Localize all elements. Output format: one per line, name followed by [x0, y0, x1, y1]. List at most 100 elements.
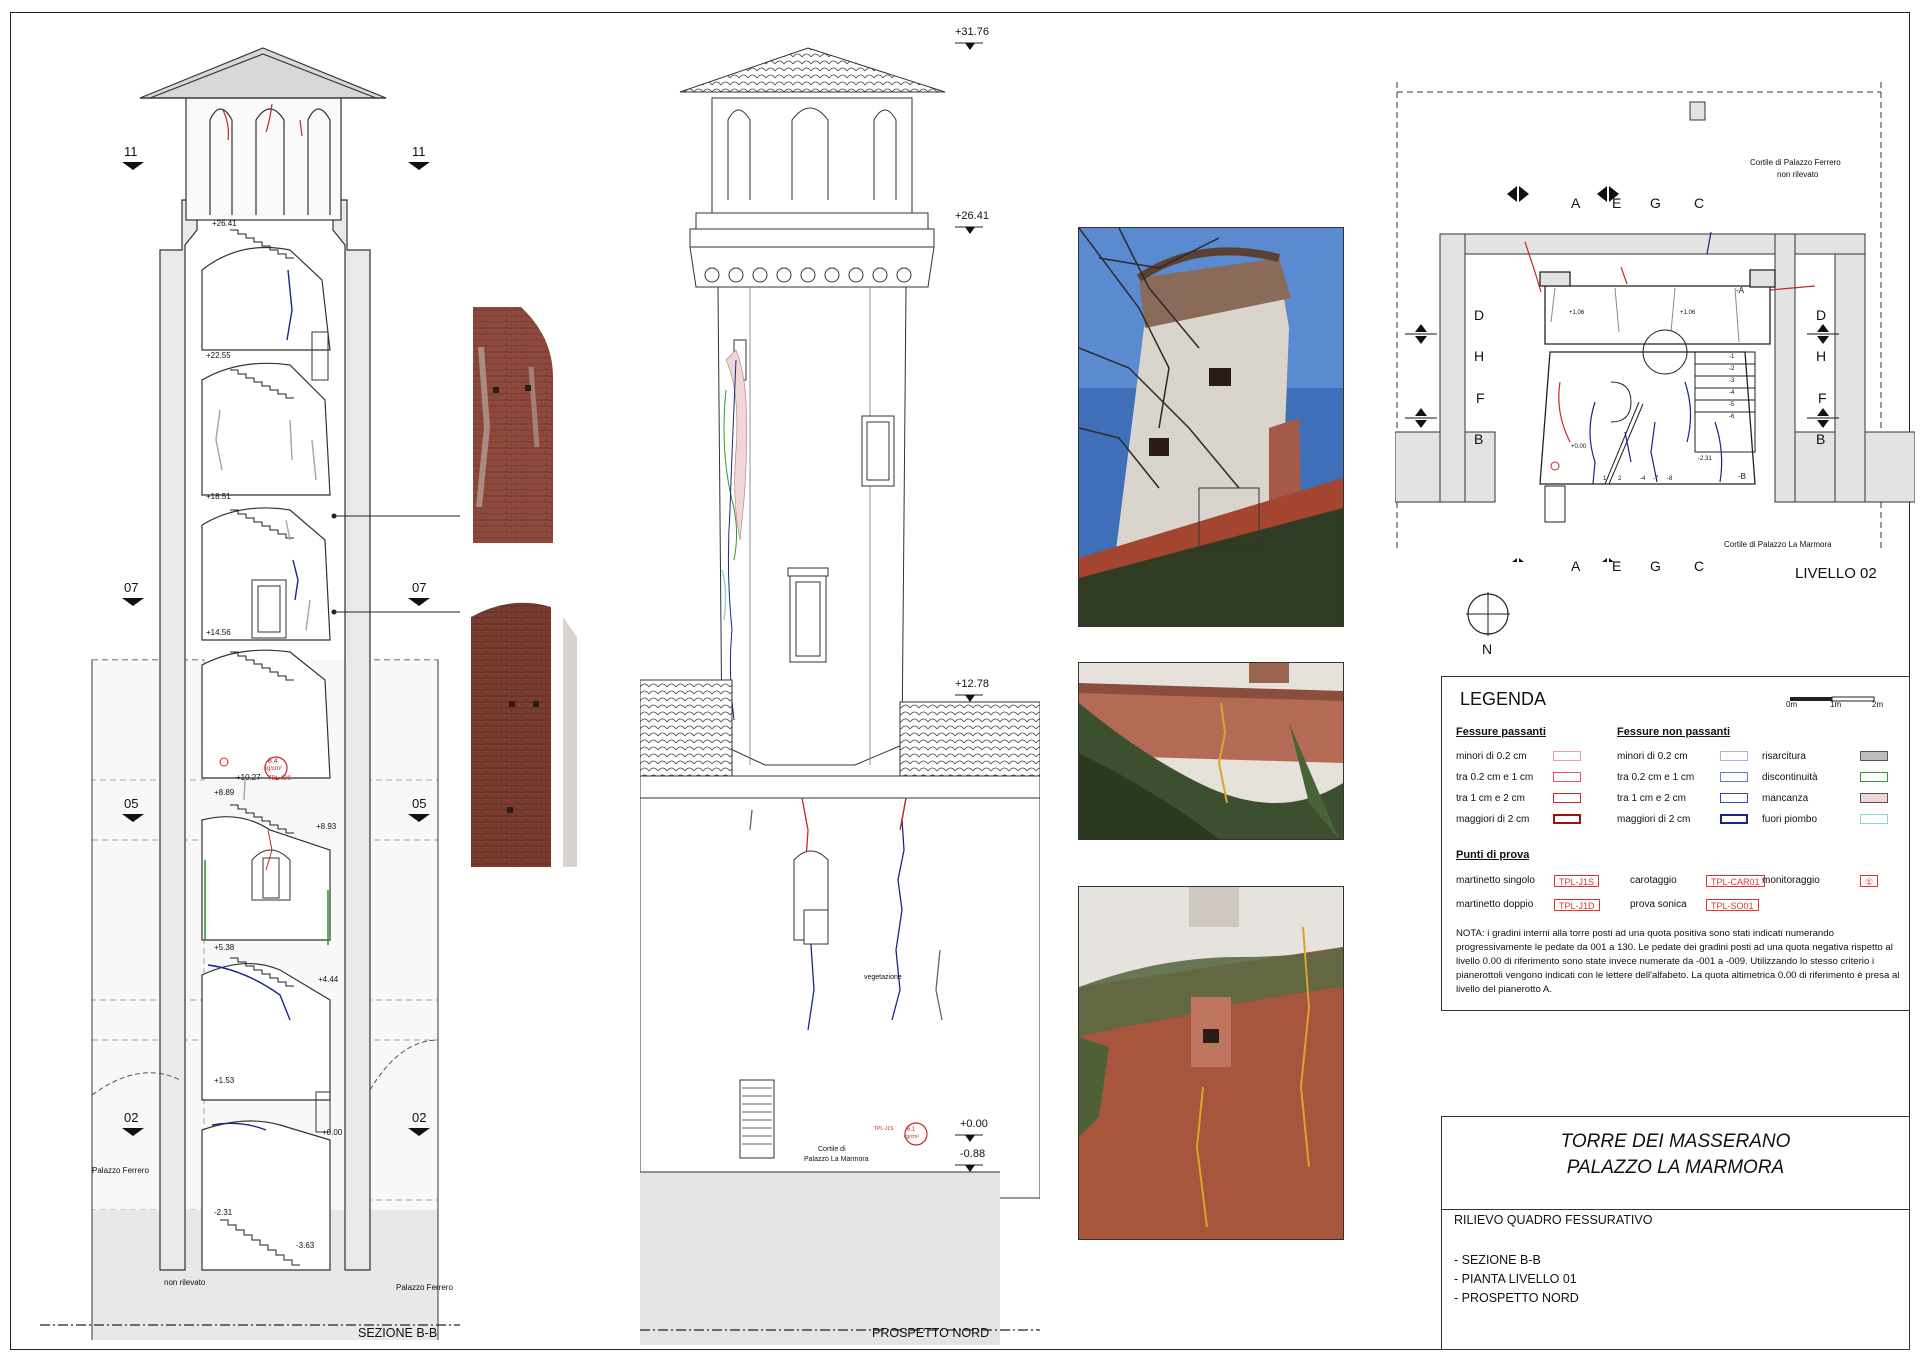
legend-prova-item: martinetto doppio: [1456, 899, 1534, 910]
title-subtitle: RILIEVO QUADRO FESSURATIVO: [1454, 1213, 1653, 1227]
legend-swatch: [1860, 772, 1888, 782]
plan-cortile-ferrero-note: non rilevato: [1777, 170, 1819, 179]
legend-passanti-item: minori di 0.2 cm: [1456, 751, 1527, 762]
wall-photo-1: [1078, 662, 1344, 840]
legend-swatch: [1720, 751, 1748, 761]
plan-landing-a: -A: [1736, 286, 1744, 295]
cornice: [689, 212, 935, 288]
level-marker-02-left: 02: [124, 1110, 139, 1125]
title-item: - PROSPETTO NORD: [1454, 1291, 1579, 1305]
section-mark-h-right: H: [1816, 348, 1827, 364]
elevation-test-point-code: TPL-J1S: [874, 1126, 894, 1132]
section-mark-f-left: F: [1476, 390, 1485, 406]
level-marker-triangle: [122, 1128, 144, 1136]
legend-prova-item: martinetto singolo: [1456, 875, 1535, 886]
scale-label-0: 0m: [1786, 700, 1798, 709]
legend-swatch: [1720, 793, 1748, 803]
legend-passanti-item: tra 1 cm e 2 cm: [1456, 793, 1525, 804]
section-elevation: +8.93: [316, 822, 337, 831]
section-mark-g-top: G: [1650, 195, 1661, 211]
legend-tag: TPL-J1S: [1554, 875, 1600, 887]
legend-swatch: [1860, 793, 1888, 803]
legend-title: LEGENDA: [1460, 689, 1547, 709]
level-marker-05-left: 05: [124, 796, 139, 811]
section-mark-e-bottom: E: [1612, 558, 1622, 574]
section-elevation: +14.56: [206, 628, 231, 637]
legend-other-item: mancanza: [1762, 793, 1809, 804]
level-marker-triangle: [408, 598, 430, 606]
level-marker-05-right: 05: [412, 796, 427, 811]
section-elevation: +18.51: [206, 492, 231, 501]
wall-photo-2: [1078, 886, 1344, 1240]
label-cortile: Cortile di: [818, 1146, 846, 1153]
section-mark-b-right: B: [1816, 431, 1826, 447]
title-line-1: TORRE DEI MASSERANO: [1560, 1131, 1791, 1152]
plan-cortile-ferrero: Cortile di Palazzo Ferrero: [1750, 158, 1841, 167]
legend-passanti-title: Fessure passanti: [1456, 726, 1546, 738]
section-elevation: +0.00: [322, 1128, 343, 1137]
section-bb-caption: SEZIONE B-B: [358, 1326, 438, 1340]
legend-swatch: [1860, 751, 1888, 761]
legend-non-passanti-item: minori di 0.2 cm: [1617, 751, 1688, 762]
section-elevation: +22.55: [206, 351, 231, 360]
level-marker-07-right: 07: [412, 580, 427, 595]
plan-step: -7: [1653, 476, 1659, 482]
section-mark-b-left: B: [1474, 431, 1484, 447]
legend-prova-title: Punti di prova: [1456, 849, 1530, 861]
section-bb-drawing: [40, 47, 460, 1340]
plan-cortile-marmora: Cortile di Palazzo La Marmora: [1724, 540, 1832, 549]
legend-note: NOTA: i gradini interni alla torre posti…: [1456, 928, 1900, 995]
level-marker-07-left: 07: [124, 580, 139, 595]
section-mark-d-right: D: [1816, 307, 1827, 323]
plan-step: -5: [1729, 402, 1735, 408]
legend-tag: TPL-CAR01: [1706, 875, 1765, 887]
plan-step: -6: [1729, 414, 1735, 420]
label-non-rilevato: non rilevato: [164, 1278, 206, 1287]
level-marker-11-right: 11: [412, 144, 426, 159]
legend-swatch: [1860, 814, 1888, 824]
belfry-roof: [679, 47, 946, 93]
level-marker-triangle: [408, 814, 430, 822]
legend-passanti-item: maggiori di 2 cm: [1456, 814, 1530, 825]
plan-step: -4: [1729, 390, 1735, 396]
elevation-marker: +12.78: [955, 678, 989, 690]
elevation-marker: +31.76: [955, 26, 989, 38]
plan-step: -4: [1640, 476, 1646, 482]
legend-other-item: discontinuità: [1762, 772, 1818, 783]
label-palazzo-ferrero-right: Palazzo Ferrero: [396, 1283, 453, 1292]
legend-non-passanti-item: tra 0.2 cm e 1 cm: [1617, 772, 1695, 783]
north-elevation-caption: PROSPETTO NORD: [872, 1326, 990, 1340]
elevation-marker: +26.41: [955, 210, 989, 222]
level-marker-02-right: 02: [412, 1110, 427, 1125]
legend-tag: TPL-SO01: [1706, 899, 1759, 911]
scale-label-1: 1m: [1830, 700, 1842, 709]
tower-photo: [1078, 227, 1344, 627]
ground: [640, 1172, 1000, 1345]
legend-prova-item: monitoraggio: [1762, 875, 1820, 886]
section-mark-a-top: A: [1571, 195, 1581, 211]
plan-step: -8: [1667, 476, 1673, 482]
elevation-marker-triangle: [955, 694, 983, 702]
section-elevation: -3.63: [296, 1241, 315, 1250]
section-elevation: +26.41: [212, 219, 237, 228]
title-line-2: PALAZZO LA MARMORA: [1566, 1157, 1785, 1178]
plan-elevation: +1.06: [1680, 310, 1696, 316]
plan-step: -3: [1729, 378, 1735, 384]
plan-step: -2: [1729, 366, 1735, 372]
label-palazzo-ferrero-left: Palazzo Ferrero: [92, 1166, 149, 1175]
title-block: TORRE DEI MASSERANO PALAZZO LA MARMORA R…: [1441, 1116, 1910, 1350]
level-marker-triangle: [122, 598, 144, 606]
elevation-test-point-value: 6.1: [907, 1127, 916, 1133]
legend-tag: ①: [1860, 875, 1879, 887]
legend-passanti-item: tra 0.2 cm e 1 cm: [1456, 772, 1534, 783]
lower-roof: [640, 679, 733, 777]
elevation-marker: -0.88: [960, 1148, 986, 1160]
section-mark-a-bottom: A: [1571, 558, 1581, 574]
detail-photo-upper: [460, 306, 554, 544]
level-marker-triangle: [122, 162, 144, 170]
plan-step: -1: [1729, 354, 1735, 360]
level-marker-triangle: [408, 1128, 430, 1136]
level-marker-11-left: 11: [124, 144, 138, 159]
label-palazzo-la-marmora: Palazzo La Marmora: [804, 1156, 869, 1163]
plan-elevation: +1.06: [1569, 310, 1585, 316]
